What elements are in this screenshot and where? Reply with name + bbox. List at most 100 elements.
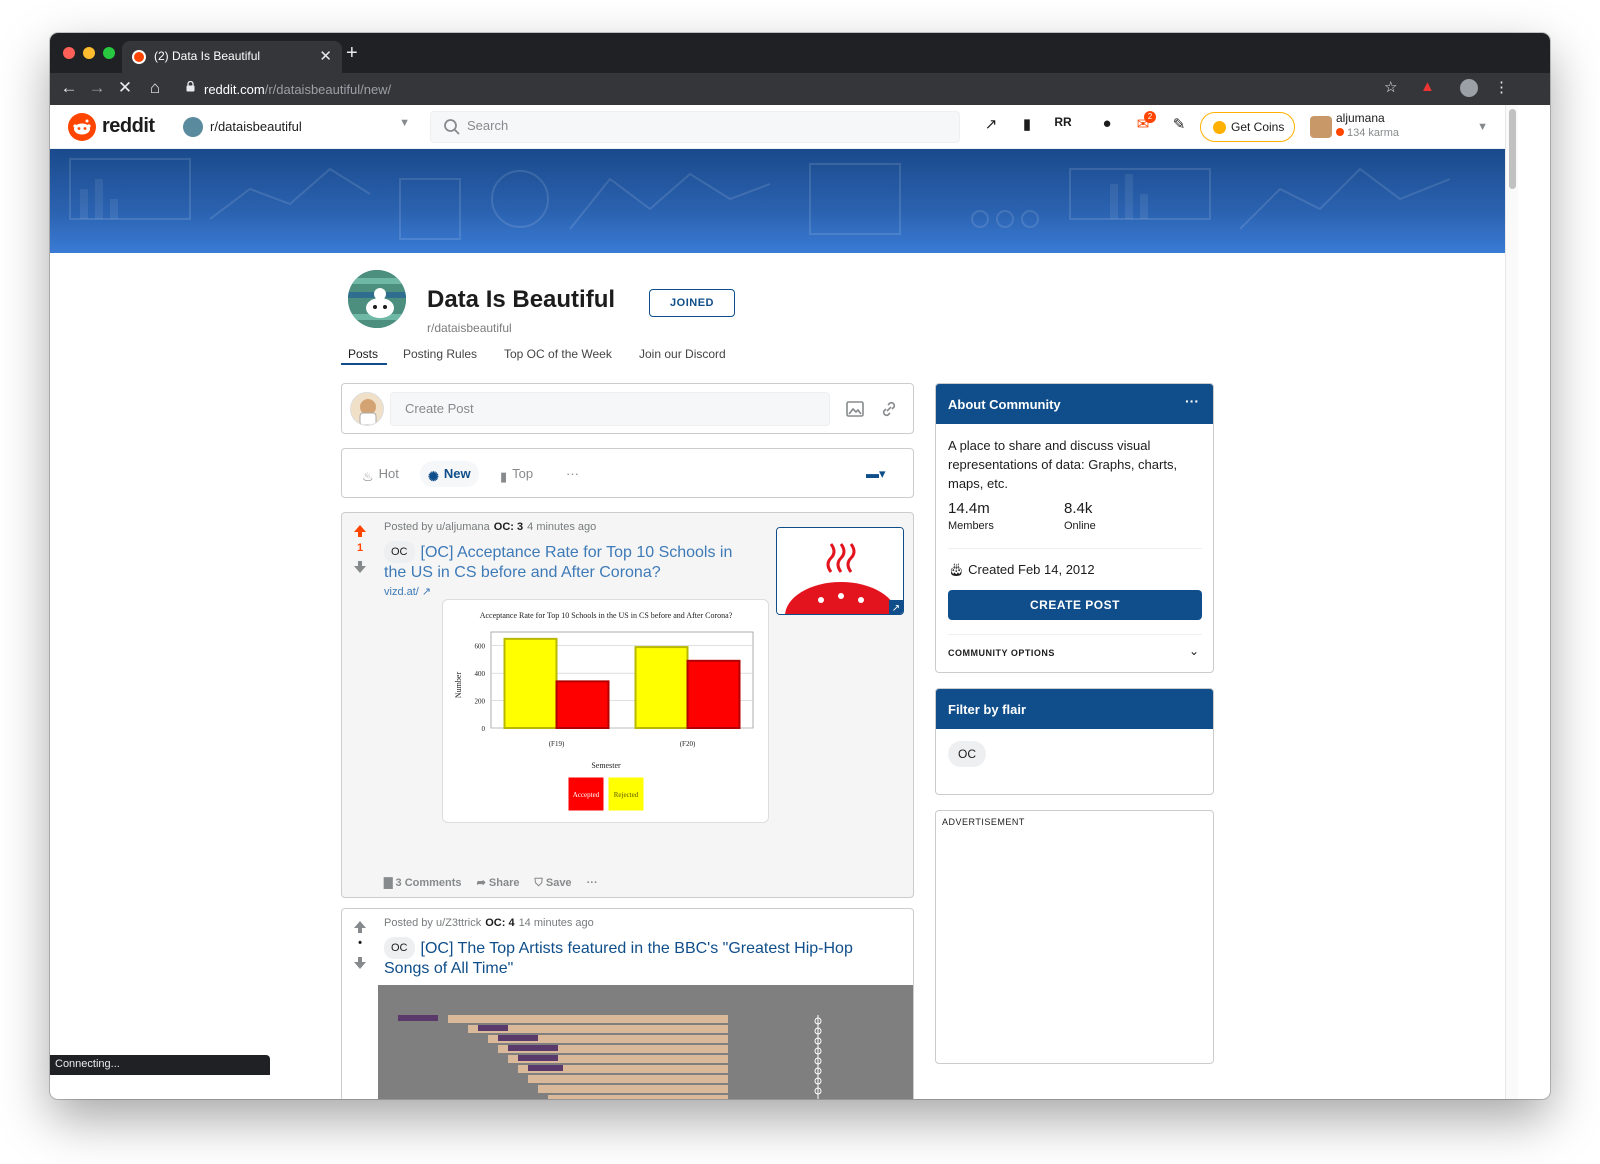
back-icon[interactable]: ← — [58, 78, 80, 98]
post-title[interactable]: OC [OC] Acceptance Rate for Top 10 School… — [384, 541, 754, 583]
community-description: A place to share and discuss visual repr… — [948, 438, 1178, 491]
coins-tools-icon[interactable]: RR — [1052, 115, 1074, 137]
divider — [948, 634, 1202, 635]
post-meta: Posted by u/Z3ttrick OC: 4 14 minutes ago — [384, 917, 594, 929]
svg-text:↗: ↗ — [892, 603, 900, 614]
members-count: 14.4m — [948, 500, 990, 517]
scroll-thumb[interactable] — [1509, 109, 1516, 189]
coin-icon — [1213, 121, 1226, 134]
leaderboard-icon[interactable]: ▮ — [1016, 115, 1038, 137]
popular-trending-icon[interactable]: ↗ — [980, 115, 1002, 137]
extension-icon[interactable]: ▲ — [1420, 78, 1435, 95]
stop-loading-icon[interactable]: ✕ — [114, 78, 136, 98]
community-avatar — [345, 267, 409, 331]
profile-avatar[interactable] — [1460, 79, 1478, 97]
more-options-icon[interactable]: ··· — [1185, 393, 1199, 409]
banner-pattern — [69, 158, 1451, 240]
post-card[interactable]: • Posted by u/Z3ttrick OC: 4 14 minutes ag… — [341, 908, 914, 1099]
advertisement-card: ADVERTISEMENT — [935, 810, 1214, 1064]
sort-hot[interactable]: ♨ Hot — [362, 461, 399, 487]
upvote-icon[interactable] — [352, 523, 368, 539]
url-text: reddit.com/r/dataisbeautiful/new/ — [204, 82, 392, 97]
oc-tag: OC — [384, 541, 415, 563]
post-more-button[interactable]: ··· — [587, 877, 598, 889]
bookmark-star-icon[interactable]: ☆ — [1384, 78, 1397, 96]
post-image-preview[interactable] — [378, 985, 913, 1099]
close-window-button[interactable] — [63, 47, 75, 59]
comments-button[interactable]: ▇ 3 Comments — [384, 877, 462, 889]
chrome-menu-icon[interactable]: ⋮ — [1494, 78, 1509, 96]
sidebar-create-post-button[interactable]: CREATE POST — [948, 590, 1202, 620]
chevron-down-icon[interactable]: ⌄ — [1189, 644, 1199, 658]
downvote-icon[interactable] — [352, 559, 368, 575]
post-card[interactable]: 1 Posted by u/aljumana OC: 34 minutes ago… — [341, 512, 914, 898]
user-menu[interactable]: aljumana 134 karma ▼ — [1308, 109, 1488, 145]
community-selector[interactable]: r/dataisbeautiful ▼ — [180, 113, 410, 141]
page-scrollbar[interactable] — [1505, 105, 1518, 1099]
cake-icon: 🎂︎ — [948, 562, 965, 577]
lock-icon — [186, 81, 195, 92]
maximize-window-button[interactable] — [103, 47, 115, 59]
tab-close-icon[interactable]: ✕ — [319, 47, 332, 65]
tab-posting-rules[interactable]: Posting Rules — [403, 347, 477, 361]
downvote-icon[interactable] — [352, 955, 368, 971]
external-link-icon: ↗ — [421, 586, 432, 598]
chart-bars — [503, 637, 741, 730]
tab-top-oc-week[interactable]: Top OC of the Week — [504, 347, 612, 361]
create-post-card: Create Post — [341, 383, 914, 434]
create-post-input[interactable]: Create Post — [390, 392, 830, 426]
vote-count: 1 — [356, 542, 364, 554]
home-icon[interactable]: ⌂ — [144, 78, 166, 98]
minimize-window-button[interactable] — [83, 47, 95, 59]
create-post-pencil-icon[interactable]: ✎ — [1168, 115, 1190, 137]
chart-x-axis-label: Semester — [591, 761, 621, 770]
karma-icon — [1336, 128, 1344, 136]
chart-y-axis-label: Number — [454, 672, 463, 699]
reddit-wordmark[interactable]: reddit — [102, 115, 155, 138]
link-icon[interactable] — [879, 399, 899, 419]
share-icon: ➦ — [476, 877, 486, 889]
flair-filter-oc[interactable]: OC — [948, 741, 986, 767]
image-upload-icon[interactable] — [845, 399, 865, 419]
joined-button[interactable]: JOINED — [649, 289, 735, 317]
reddit-logo-icon[interactable] — [68, 113, 96, 141]
post-title[interactable]: OC [OC] The Top Artists featured in the B… — [384, 937, 884, 979]
hiphop-chart-preview — [378, 985, 913, 1099]
get-coins-button[interactable]: Get Coins — [1200, 112, 1295, 142]
chart-y-tick-label: 200 — [475, 698, 486, 706]
forward-icon[interactable]: → — [86, 78, 108, 98]
chart-bar-accepted-0 — [555, 680, 610, 729]
mail-icon[interactable]: ✉ 2 — [1132, 111, 1156, 137]
about-community-title: About Community — [948, 397, 1061, 412]
notification-badge: 2 — [1144, 111, 1156, 123]
community-icon — [183, 117, 203, 137]
sort-more-button[interactable]: ··· — [566, 461, 579, 487]
chart-image[interactable]: Acceptance Rate for Top 10 Schools in th… — [442, 599, 769, 823]
tab-posts[interactable]: Posts — [348, 347, 378, 361]
post-thumbnail[interactable]: ↗ — [776, 527, 904, 615]
browser-tab[interactable]: (2) Data Is Beautiful ✕ — [122, 41, 342, 73]
search-input[interactable] — [467, 118, 947, 133]
tab-join-discord[interactable]: Join our Discord — [639, 347, 726, 361]
address-bar[interactable]: reddit.com/r/dataisbeautiful/new/ — [178, 77, 1408, 102]
chart-x-tick-label: (F19) — [549, 740, 565, 748]
chat-icon[interactable]: ● — [1096, 115, 1118, 137]
sort-new[interactable]: ✺ New — [420, 461, 479, 487]
flame-icon: ♨ — [362, 469, 374, 484]
upvote-icon[interactable] — [352, 919, 368, 935]
view-mode-icon[interactable]: ▬▾ — [866, 461, 886, 487]
save-button[interactable]: ⛉ Save — [535, 877, 572, 889]
browser-toolbar: ← → ✕ ⌂ reddit.com/r/dataisbeautiful/new… — [50, 73, 1550, 105]
post-link[interactable]: vizd.at/ ↗ — [384, 585, 431, 598]
share-button[interactable]: ➦ Share — [477, 877, 520, 889]
new-tab-button[interactable]: + — [346, 42, 358, 65]
community-selector-label: r/dataisbeautiful — [210, 119, 302, 134]
reddit-header: reddit r/dataisbeautiful ▼ ↗ ▮ RR ● ✉2 ✎… — [50, 105, 1505, 149]
sort-bar: ♨ Hot ✺ New ▮ Top ··· ▬▾ — [341, 448, 914, 498]
community-options[interactable]: COMMUNITY OPTIONS — [948, 648, 1055, 658]
search-box[interactable] — [430, 111, 960, 143]
search-icon — [444, 119, 460, 135]
sort-top[interactable]: ▮ Top — [500, 461, 533, 487]
chart-y-tick-label: 0 — [482, 725, 486, 733]
about-community-header: About Community ··· — [936, 384, 1213, 424]
